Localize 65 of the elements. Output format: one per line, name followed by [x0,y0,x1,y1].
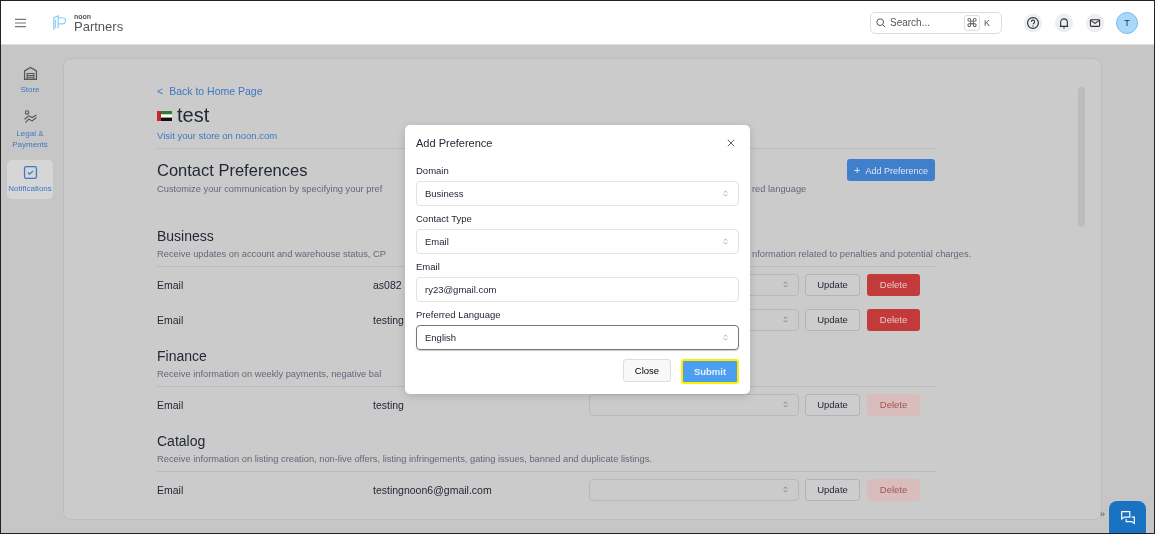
delete-button[interactable]: Delete [867,308,920,331]
page-title: Contact Preferences [157,160,308,180]
update-button[interactable]: Update [805,308,860,331]
section-title: Finance [157,348,207,364]
search-field[interactable]: Search... ⌘ K [870,11,1002,34]
chevron-icon [723,189,728,198]
update-button[interactable]: Update [805,273,860,296]
store-icon [21,65,39,82]
page-description: red language [752,184,808,194]
shortcut-key: K [984,17,990,28]
checkbox-icon [21,164,39,182]
field-label: Email [416,261,441,272]
section-title: Business [157,228,214,244]
bell-icon[interactable] [1054,12,1074,33]
collapse-icon[interactable]: » [1100,509,1105,519]
flag-icon [157,110,172,121]
close-icon[interactable] [727,139,735,147]
field-label: Contact Type [416,213,473,224]
chevron-icon [723,237,728,246]
dialog-title: Add Preference [416,137,493,149]
section-description: Receive updates on account and warehouse status, CP [157,249,386,259]
back-link[interactable]: < Back to Home Page [157,85,937,97]
logo-title: Partners [74,19,124,33]
contact-type: Email [157,313,184,326]
contact-value: testing [373,398,404,411]
sidebar-item[interactable]: Store [7,61,53,100]
close-button[interactable]: Close [623,359,671,382]
chat-button[interactable] [1109,501,1146,533]
menu-icon[interactable] [15,17,26,28]
user-avatar[interactable]: T [1116,11,1138,34]
contact-type: Email [157,483,184,496]
section-description: Receive information on listing creation, non-live offers, listing infringements, gating issues, banned and duplicate listings. [157,454,652,464]
sidebar-item[interactable]: Legal & Payments [7,105,53,155]
language-select[interactable] [589,393,799,416]
add-preference-button[interactable]: + Add Preference [847,159,935,181]
shortcut-key: ⌘ [964,14,980,31]
chevron-icon [783,315,788,324]
contact-value: testing [373,313,404,326]
select-field[interactable]: Email [416,229,739,254]
submit-button[interactable]: Submit [681,359,739,384]
chevron-icon [723,333,728,342]
section-description: nformation related to penalties and potential charges. [752,249,972,259]
contact-value: as082 [373,278,402,291]
field-label: Preferred Language [416,309,502,320]
mail-icon[interactable] [1085,12,1105,33]
chevron-icon [783,400,788,409]
search-icon [876,17,886,28]
logo-icon [52,13,66,32]
help-icon[interactable] [1023,12,1043,33]
delete-button[interactable]: Delete [867,273,920,296]
store-name: test [177,104,210,127]
select-field[interactable]: English [416,325,739,350]
input-field[interactable]: ry23@gmail.com [416,277,739,302]
contact-value: testingnoon6@gmail.com [373,483,492,496]
chevron-icon [783,485,788,494]
select-field[interactable]: Business [416,181,739,206]
field-label: Domain [416,165,450,176]
section-title: Catalog [157,433,206,449]
chevron-icon [783,280,788,289]
section-description: Receive information on weekly payments, negative bal [157,369,382,379]
contact-type: Email [157,398,184,411]
chat-icon [1118,509,1137,527]
sidebar-item[interactable]: Notifications [7,160,53,199]
contact-type: Email [157,278,184,291]
page-description: Customize your communication by specifying your pref [157,184,383,194]
